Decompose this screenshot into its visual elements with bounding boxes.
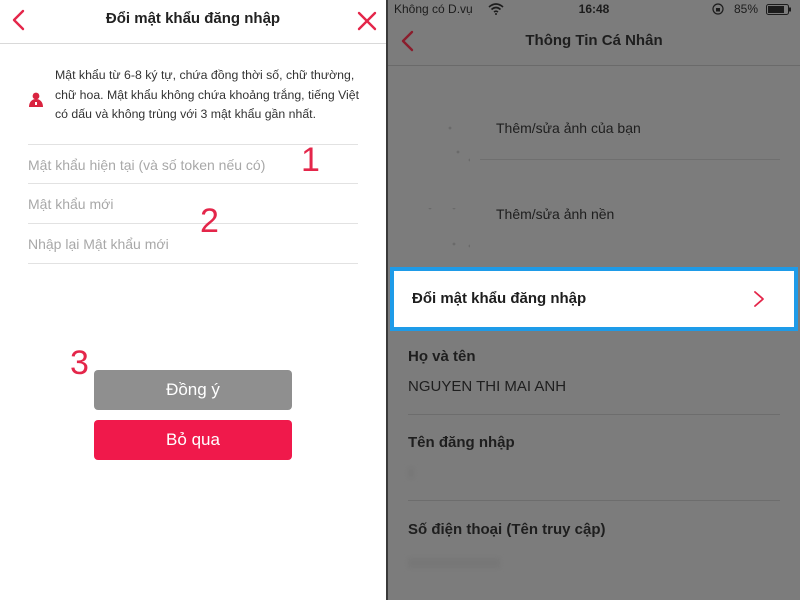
- confirm-password-field[interactable]: [28, 224, 358, 264]
- chevron-right-icon: [754, 291, 764, 307]
- new-password-input[interactable]: [28, 184, 358, 212]
- password-rules-text: Mật khẩu từ 6-8 ký tự, chứa đồng thời số…: [55, 68, 360, 121]
- row-divider: [408, 500, 780, 501]
- cover-thumbnail-icon: [428, 208, 470, 248]
- avatar-thumbnail-icon: [448, 126, 470, 162]
- confirm-password-input[interactable]: [28, 224, 358, 252]
- fullname-label: Họ và tên: [408, 348, 476, 365]
- step-marker-3: 3: [70, 344, 89, 382]
- edit-cover-label: Thêm/sửa ảnh nền: [496, 206, 615, 222]
- username-label: Tên đăng nhập: [408, 434, 515, 451]
- header: Đổi mật khẩu đăng nhập: [0, 0, 386, 44]
- skip-button[interactable]: Bỏ qua: [94, 420, 292, 460]
- phone-value-masked: [408, 558, 500, 568]
- rotation-lock-icon: [712, 3, 724, 15]
- step-marker-1: 1: [301, 141, 320, 179]
- change-password-row[interactable]: Đổi mật khẩu đăng nhập: [390, 267, 798, 331]
- new-password-field[interactable]: [28, 184, 358, 224]
- phone-label: Số điện thoại (Tên truy cập): [408, 521, 606, 538]
- fullname-value: NGUYEN THI MAI ANH: [408, 378, 567, 395]
- change-password-label: Đổi mật khẩu đăng nhập: [412, 290, 587, 307]
- edit-avatar-row[interactable]: Thêm/sửa ảnh của bạn: [388, 100, 800, 162]
- close-icon[interactable]: [356, 10, 378, 32]
- header: Thông Tin Cá Nhân: [388, 20, 800, 66]
- page-title: Thông Tin Cá Nhân: [525, 32, 663, 49]
- personal-info-screen: Không có D.vụ 16:48 85% Thông Tin Cá Nhâ…: [388, 0, 800, 600]
- step-marker-2: 2: [200, 202, 219, 240]
- agree-button[interactable]: Đồng ý: [94, 370, 292, 410]
- status-bar: Không có D.vụ 16:48 85%: [388, 0, 800, 20]
- edit-cover-row[interactable]: Thêm/sửa ảnh nền: [388, 184, 800, 248]
- username-value-masked: [408, 468, 414, 478]
- page-title: Đổi mật khẩu đăng nhập: [105, 10, 281, 27]
- user-lock-icon: [29, 92, 43, 107]
- change-password-screen: Đổi mật khẩu đăng nhập Mật khẩu từ 6-8 k…: [0, 0, 386, 600]
- edit-avatar-label: Thêm/sửa ảnh của bạn: [496, 120, 641, 136]
- battery-icon: [766, 4, 791, 15]
- battery-percent: 85%: [734, 2, 759, 16]
- row-divider: [480, 159, 780, 160]
- row-divider: [408, 414, 780, 415]
